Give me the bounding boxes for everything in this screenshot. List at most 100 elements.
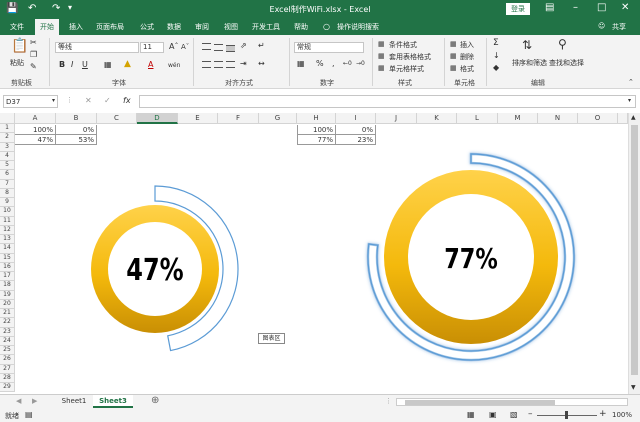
align-bottom-icon[interactable] xyxy=(226,45,235,52)
row-header[interactable]: 29 xyxy=(0,383,15,393)
column-header[interactable]: C xyxy=(97,113,137,124)
column-header[interactable]: E xyxy=(178,113,218,124)
row-header[interactable]: 22 xyxy=(0,318,15,328)
comma-style-icon[interactable]: , xyxy=(332,59,335,68)
tab-formulas[interactable]: 公式 xyxy=(140,22,154,32)
name-box[interactable]: D37 xyxy=(3,95,58,108)
page-layout-view-icon[interactable]: ▣ xyxy=(489,410,497,419)
row-header[interactable]: 6 xyxy=(0,170,15,180)
italic-icon[interactable]: I xyxy=(71,60,73,69)
format-as-table-button[interactable]: 套用表格格式 xyxy=(389,52,431,62)
cell-b2[interactable]: 53% xyxy=(56,135,97,145)
row-header[interactable]: 24 xyxy=(0,336,15,346)
share-button[interactable]: 共享 xyxy=(612,22,626,32)
row-header[interactable]: 1 xyxy=(0,124,15,134)
vertical-scrollbar[interactable]: ▲ ▼ xyxy=(628,113,640,394)
insert-function-button[interactable]: fx xyxy=(123,96,131,105)
format-painter-icon[interactable]: ✎ xyxy=(30,62,37,71)
row-header[interactable]: 14 xyxy=(0,244,15,254)
tell-me-search[interactable]: 操作说明搜索 xyxy=(337,22,379,32)
fill-icon[interactable]: ↓ xyxy=(493,51,500,60)
wrap-text-icon[interactable]: ↵ xyxy=(258,41,265,50)
cell-b1[interactable]: 0% xyxy=(56,125,97,135)
clipboard-icon[interactable]: 📋 xyxy=(11,38,28,54)
row-header[interactable]: 18 xyxy=(0,281,15,291)
row-header[interactable]: 8 xyxy=(0,188,15,198)
paste-button[interactable]: 粘贴 xyxy=(10,58,24,68)
row-header[interactable]: 3 xyxy=(0,142,15,152)
orientation-icon[interactable]: ⇗ xyxy=(240,41,247,50)
row-header[interactable]: 25 xyxy=(0,346,15,356)
row-header[interactable]: 17 xyxy=(0,272,15,282)
row-header[interactable]: 26 xyxy=(0,355,15,365)
indent-icon[interactable]: ⇥ xyxy=(240,59,247,68)
row-header[interactable]: 7 xyxy=(0,179,15,189)
new-sheet-icon[interactable]: ⊕ xyxy=(151,395,159,406)
column-header[interactable]: H xyxy=(297,113,336,124)
column-header[interactable]: G xyxy=(259,113,297,124)
row-header[interactable]: 13 xyxy=(0,235,15,245)
tab-file[interactable]: 文件 xyxy=(10,22,24,32)
increase-decimal-icon[interactable]: ←0 xyxy=(343,60,352,67)
font-color-icon[interactable]: A xyxy=(148,60,153,69)
horizontal-scrollbar[interactable] xyxy=(396,398,628,406)
column-header[interactable]: J xyxy=(376,113,417,124)
row-header[interactable]: 9 xyxy=(0,198,15,208)
scroll-thumb[interactable] xyxy=(631,125,638,375)
row-header[interactable]: 23 xyxy=(0,327,15,337)
zoom-slider-thumb[interactable] xyxy=(565,411,568,419)
font-name-combo[interactable]: 等线 xyxy=(55,42,139,53)
number-format-combo[interactable]: 常规 xyxy=(294,42,364,53)
cell-i1[interactable]: 0% xyxy=(336,125,376,135)
zoom-level[interactable]: 100% xyxy=(612,411,632,419)
page-break-view-icon[interactable]: ▧ xyxy=(510,410,518,419)
find-select-button[interactable]: 查找和选择 xyxy=(549,58,584,68)
row-header[interactable]: 12 xyxy=(0,225,15,235)
scroll-down-icon[interactable]: ▼ xyxy=(631,384,636,391)
cell-h1[interactable]: 100% xyxy=(297,125,336,135)
cut-icon[interactable]: ✂ xyxy=(30,38,37,47)
split-handle-icon[interactable]: ⋮ xyxy=(385,397,392,405)
column-header[interactable]: I xyxy=(336,113,376,124)
align-middle-icon[interactable] xyxy=(214,44,223,51)
align-center-icon[interactable] xyxy=(214,61,223,68)
sheet-tab-sheet3[interactable]: Sheet3 xyxy=(93,395,133,408)
cell-styles-button[interactable]: 单元格样式 xyxy=(389,64,424,74)
align-top-icon[interactable] xyxy=(202,43,211,50)
h-scroll-thumb[interactable] xyxy=(405,400,555,405)
expand-formula-icon[interactable]: ▾ xyxy=(628,97,631,104)
column-header[interactable]: N xyxy=(538,113,578,124)
close-icon[interactable]: ✕ xyxy=(621,2,629,13)
zoom-in-icon[interactable]: + xyxy=(599,409,607,419)
scroll-up-icon[interactable]: ▲ xyxy=(631,114,636,121)
prev-sheet-icon[interactable]: ◀ xyxy=(16,397,21,405)
column-header[interactable]: K xyxy=(417,113,457,124)
conditional-format-button[interactable]: 条件格式 xyxy=(389,40,417,50)
tab-developer[interactable]: 开发工具 xyxy=(252,22,280,32)
copy-icon[interactable]: ❐ xyxy=(30,50,37,59)
insert-cells-button[interactable]: 插入 xyxy=(460,40,474,50)
sheet-tab-sheet1[interactable]: Sheet1 xyxy=(55,395,93,408)
cancel-icon[interactable]: ✕ xyxy=(85,96,92,105)
tab-review[interactable]: 审阅 xyxy=(195,22,209,32)
align-right-icon[interactable] xyxy=(226,61,235,68)
share-icon[interactable]: ☺ xyxy=(598,22,605,30)
phonetic-icon[interactable]: wén xyxy=(168,62,180,69)
tab-insert[interactable]: 插入 xyxy=(69,22,83,32)
clear-icon[interactable]: ◆ xyxy=(493,63,499,72)
tab-view[interactable]: 视图 xyxy=(224,22,238,32)
tab-help[interactable]: 帮助 xyxy=(294,22,308,32)
bold-icon[interactable]: B xyxy=(59,60,65,69)
delete-cells-button[interactable]: 删除 xyxy=(460,52,474,62)
row-header[interactable]: 20 xyxy=(0,299,15,309)
zoom-out-icon[interactable]: – xyxy=(528,409,533,419)
row-header[interactable]: 19 xyxy=(0,290,15,300)
row-header[interactable]: 5 xyxy=(0,161,15,171)
column-header[interactable]: M xyxy=(498,113,538,124)
row-header[interactable]: 27 xyxy=(0,364,15,374)
percent-icon[interactable]: % xyxy=(316,59,324,68)
ribbon-display-icon[interactable]: ▤ xyxy=(545,2,554,13)
underline-icon[interactable]: U xyxy=(82,60,88,69)
row-header[interactable]: 2 xyxy=(0,133,15,143)
collapse-ribbon-icon[interactable]: ⌃ xyxy=(628,78,634,86)
